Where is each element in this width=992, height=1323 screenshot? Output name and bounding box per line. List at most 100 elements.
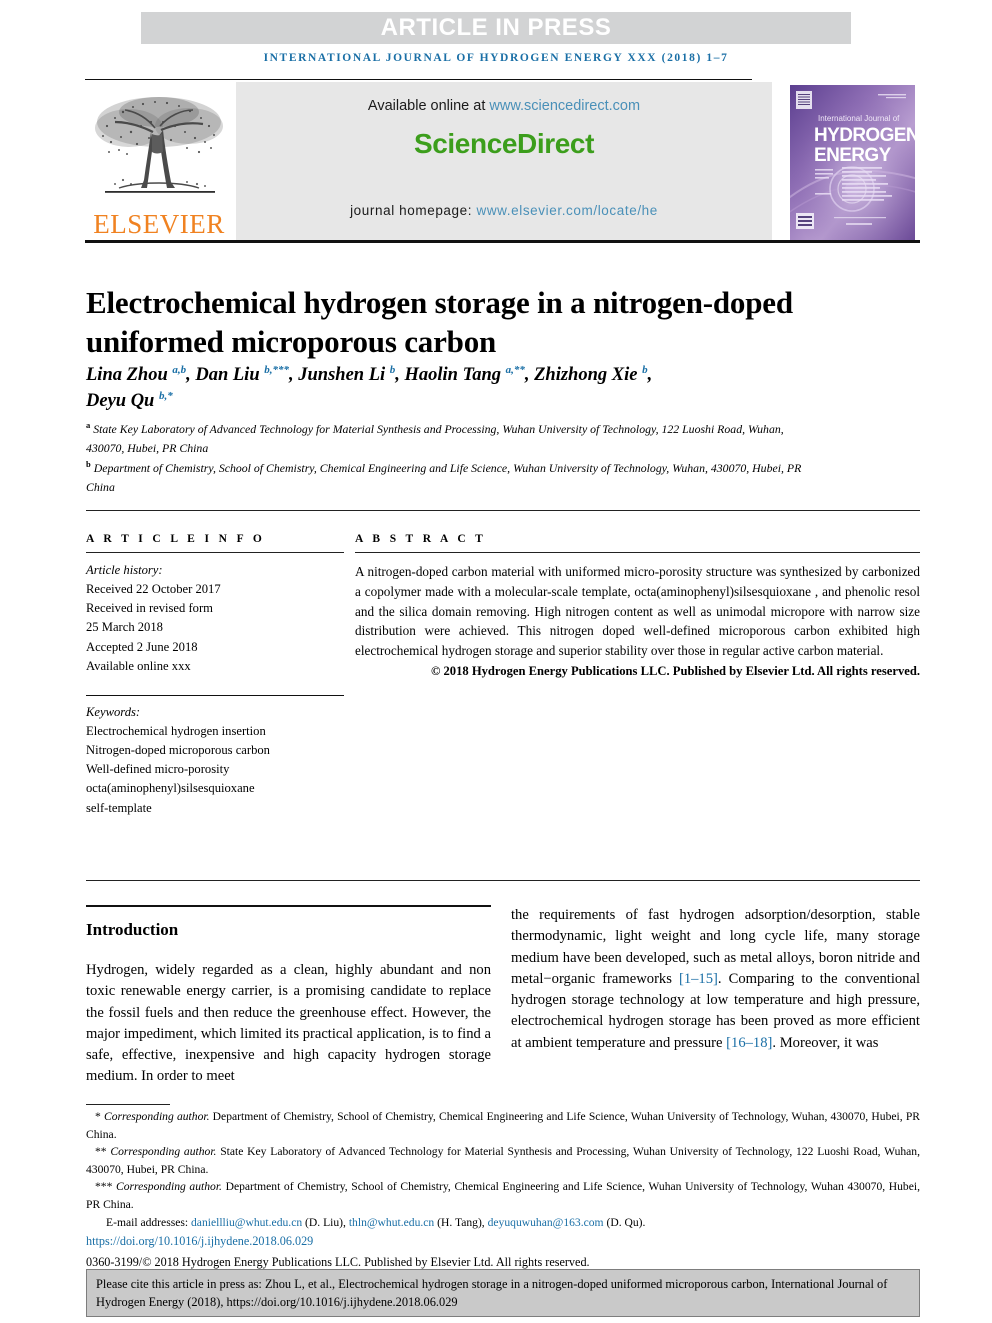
email-owner-qu: (D. Qu). — [603, 1215, 646, 1229]
affiliation-mark: b — [86, 459, 91, 470]
abstract-rule — [355, 552, 920, 553]
sciencedirect-block: Available online at www.sciencedirect.co… — [236, 82, 772, 240]
masthead: ELSEVIER Available online at www.science… — [85, 82, 920, 244]
keyword-item: octa(aminophenyl)silsesquioxane — [86, 781, 255, 796]
keywords-label: Keywords: — [86, 704, 141, 719]
available-online-line: Available online at www.sciencedirect.co… — [368, 98, 640, 114]
page-title: Electrochemical hydrogen storage in a ni… — [86, 284, 793, 360]
author-item[interactable]: Haolin Tang a,** — [405, 363, 525, 385]
affiliation-bottom-rule — [86, 510, 920, 511]
author-item[interactable]: Junshen Li b — [298, 363, 396, 385]
footnote-section: * Corresponding author. Department of Ch… — [86, 1108, 920, 1271]
abstract-copyright: © 2018 Hydrogen Energy Publications LLC.… — [430, 663, 920, 678]
footnote-item: *** Corresponding author. Department of … — [86, 1178, 920, 1213]
keyword-item: self-template — [86, 800, 152, 815]
abstract-bottom-rule — [86, 880, 920, 881]
citation-reference-1[interactable]: [1–15] — [679, 971, 718, 987]
article-info-rule — [86, 552, 344, 553]
footnote-corresponding-label: Corresponding author. — [103, 1110, 210, 1123]
sciencedirect-link[interactable]: www.sciencedirect.com — [489, 98, 640, 114]
keywords-block: Keywords: Electrochemical hydrogen inser… — [86, 694, 344, 818]
affiliation-item: b Department of Chemistry, School of Che… — [86, 458, 806, 497]
email-owner-tang: (H. Tang), — [434, 1215, 488, 1229]
article-info-section: A R T I C L E I N F O Article history: R… — [86, 533, 344, 818]
footnote-text: Department of Chemistry, School of Chemi… — [86, 1110, 920, 1141]
author-affiliation-mark: b,*** — [264, 363, 289, 376]
article-history-block: Article history: Received 22 October 201… — [86, 561, 344, 676]
abstract-heading: A B S T R A C T — [355, 533, 487, 545]
article-history-item: Received in revised form — [86, 601, 213, 616]
doi-link[interactable]: https://doi.org/10.1016/j.ijhydene.2018.… — [86, 1232, 920, 1251]
article-history-item: Available online xxx — [86, 658, 191, 673]
body-column-right: the requirements of fast hydrogen adsorp… — [511, 905, 920, 1069]
journal-homepage-line: journal homepage: www.elsevier.com/locat… — [236, 203, 772, 218]
article-history-label: Article history: — [86, 563, 163, 577]
author-list: Lina Zhou a,b, Dan Liu b,***, Junshen Li… — [86, 363, 653, 412]
masthead-bottom-rule — [85, 240, 920, 243]
article-history-item: 25 March 2018 — [86, 620, 163, 635]
keywords-rule — [86, 694, 344, 696]
journal-homepage-prefix: journal homepage: — [350, 203, 477, 218]
author-affiliation-mark: b,* — [158, 390, 173, 403]
svg-text:International Journal of: International Journal of — [818, 114, 900, 123]
available-online-prefix: Available online at — [367, 98, 490, 114]
journal-homepage-link[interactable]: www.elsevier.com/locate/he — [476, 203, 657, 218]
introduction-rule — [86, 905, 491, 907]
email-owner-liu: (D. Liu), — [302, 1215, 349, 1229]
keyword-item: Well-defined micro-porosity — [86, 762, 230, 777]
article-info-heading: A R T I C L E I N F O — [86, 533, 266, 545]
introduction-paragraph-continued: the requirements of fast hydrogen adsorp… — [511, 905, 920, 1054]
introduction-heading: Introduction — [86, 920, 179, 939]
author-item[interactable]: Dan Liu b,*** — [195, 363, 289, 385]
sciencedirect-wordmark: ScienceDirect — [413, 128, 594, 159]
footnote-mark: ** — [95, 1145, 107, 1159]
footnote-mark: * — [95, 1110, 101, 1123]
author-affiliation-mark: a,** — [505, 363, 525, 376]
citation-notice-box: Please cite this article in press as: Zh… — [86, 1269, 920, 1317]
article-history-item: Received 22 October 2017 — [86, 582, 221, 597]
footnote-item: ** Corresponding author. State Key Labor… — [86, 1143, 920, 1178]
elsevier-logo-block: ELSEVIER — [85, 82, 233, 240]
affiliation-list: a State Key Laboratory of Advanced Techn… — [86, 419, 806, 497]
affiliation-text: Department of Chemistry, School of Chemi… — [86, 461, 802, 495]
author-item[interactable]: Lina Zhou a,b — [86, 363, 187, 385]
article-first-page: ARTICLE IN PRESS INTERNATIONAL JOURNAL O… — [0, 0, 992, 1323]
email-link-tang[interactable]: thln@whut.edu.cn — [349, 1216, 434, 1229]
author-item[interactable]: Deyu Qu b,* — [86, 390, 173, 411]
journal-cover-image: International Journal of HYDROGEN ENERGY — [790, 85, 915, 241]
elsevier-tree-icon — [95, 97, 223, 193]
footnote-corresponding-label: Corresponding author. — [116, 1180, 222, 1194]
citation-reference-2[interactable]: [16–18] — [726, 1035, 772, 1051]
abstract-section: A B S T R A C T A nitrogen-doped carbon … — [355, 533, 920, 679]
affiliation-text: State Key Laboratory of Advanced Technol… — [86, 421, 784, 456]
article-in-press-label: ARTICLE IN PRESS — [380, 14, 612, 41]
masthead-top-rule — [85, 79, 752, 80]
keyword-item: Electrochemical hydrogen insertion — [86, 723, 266, 738]
email-addresses-line: E-mail addresses: daniellliu@whut.edu.cn… — [86, 1214, 920, 1232]
author-affiliation-mark: b — [642, 363, 648, 376]
citation-notice-text: Please cite this article in press as: Zh… — [96, 1277, 888, 1309]
affiliation-item: a State Key Laboratory of Advanced Techn… — [86, 419, 806, 458]
affiliation-mark: a — [86, 420, 91, 430]
author-affiliation-mark: a,b — [172, 363, 187, 376]
author-affiliation-mark: b — [389, 363, 396, 376]
svg-text:ENERGY: ENERGY — [814, 145, 892, 166]
body-column-left: Introduction Hydrogen, widely regarded a… — [86, 905, 491, 1102]
footnote-corresponding-label: Corresponding author. — [110, 1145, 217, 1159]
article-history-item: Accepted 2 June 2018 — [86, 639, 198, 654]
article-in-press-banner: ARTICLE IN PRESS — [141, 12, 851, 44]
journal-cover-thumbnail: International Journal of HYDROGEN ENERGY — [785, 82, 920, 244]
introduction-paragraph: Hydrogen, widely regarded as a clean, hi… — [86, 962, 491, 1085]
email-link-qu[interactable]: deyuquwuhan@163.com — [488, 1216, 604, 1229]
elsevier-wordmark: ELSEVIER — [93, 209, 225, 239]
footnote-item: * Corresponding author. Department of Ch… — [86, 1108, 920, 1143]
email-link-liu[interactable]: daniellliu@whut.edu.cn — [191, 1216, 302, 1229]
email-addresses-label: E-mail addresses: — [106, 1215, 191, 1229]
svg-text:HYDROGEN: HYDROGEN — [814, 125, 915, 146]
abstract-text: A nitrogen-doped carbon material with un… — [355, 564, 920, 659]
author-item[interactable]: Zhizhong Xie b — [534, 363, 648, 385]
journal-running-head: INTERNATIONAL JOURNAL OF HYDROGEN ENERGY… — [263, 52, 729, 64]
keyword-item: Nitrogen-doped microporous carbon — [86, 743, 270, 758]
footnote-separator-rule — [86, 1104, 170, 1105]
intro-text-part3: . Moreover, it was — [772, 1034, 879, 1051]
